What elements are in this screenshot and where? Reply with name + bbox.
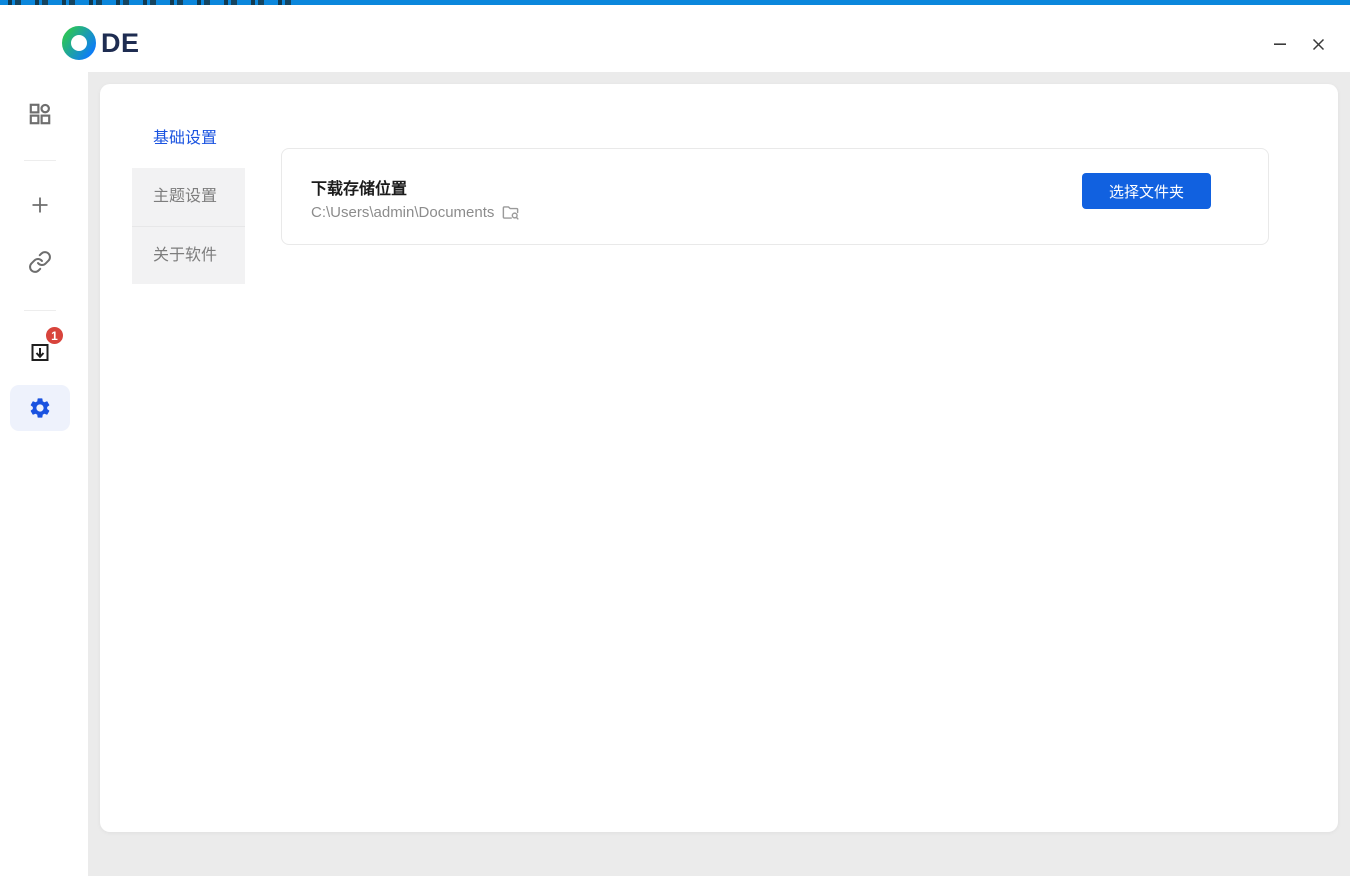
download-location-path: C:\Users\admin\Documents — [311, 203, 520, 222]
gear-icon — [28, 396, 52, 420]
minimize-button[interactable] — [1264, 31, 1296, 57]
logo-text: DE — [101, 26, 140, 60]
sidebar-divider — [24, 310, 56, 311]
download-location-setting: 下载存储位置 C:\Users\admin\Documents 选择文件夹 — [281, 148, 1269, 245]
sidebar: 1 — [0, 72, 88, 876]
tab-about-software[interactable]: 关于软件 — [132, 226, 245, 284]
plus-icon — [28, 193, 52, 217]
downloads-badge: 1 — [44, 325, 65, 346]
close-icon — [1311, 37, 1326, 52]
tab-basic-settings[interactable]: 基础设置 — [132, 110, 245, 168]
download-location-title: 下载存储位置 — [311, 175, 407, 199]
logo-ring-icon — [62, 26, 96, 60]
sidebar-divider — [24, 160, 56, 161]
titlebar: DE — [0, 5, 1350, 72]
sidebar-item-apps[interactable] — [26, 100, 54, 128]
minimize-icon — [1272, 36, 1288, 52]
app-logo: DE — [62, 26, 140, 60]
link-icon — [28, 250, 52, 274]
sidebar-item-settings-icon[interactable] — [28, 396, 52, 420]
sidebar-item-links[interactable] — [28, 250, 52, 274]
tab-theme-settings[interactable]: 主题设置 — [132, 168, 245, 226]
folder-search-icon[interactable] — [501, 203, 520, 222]
content-area: 基础设置 主题设置 关于软件 下载存储位置 C:\Users\admin\Doc… — [88, 72, 1350, 876]
close-button[interactable] — [1302, 31, 1334, 57]
settings-tab-list: 基础设置 主题设置 关于软件 — [132, 110, 245, 284]
grid-icon — [27, 101, 53, 127]
app-window: DE — [0, 0, 1350, 876]
sidebar-item-add[interactable] — [28, 193, 52, 217]
download-path-text: C:\Users\admin\Documents — [311, 204, 494, 221]
choose-folder-button[interactable]: 选择文件夹 — [1082, 173, 1211, 209]
settings-panel: 基础设置 主题设置 关于软件 下载存储位置 C:\Users\admin\Doc… — [100, 84, 1338, 832]
